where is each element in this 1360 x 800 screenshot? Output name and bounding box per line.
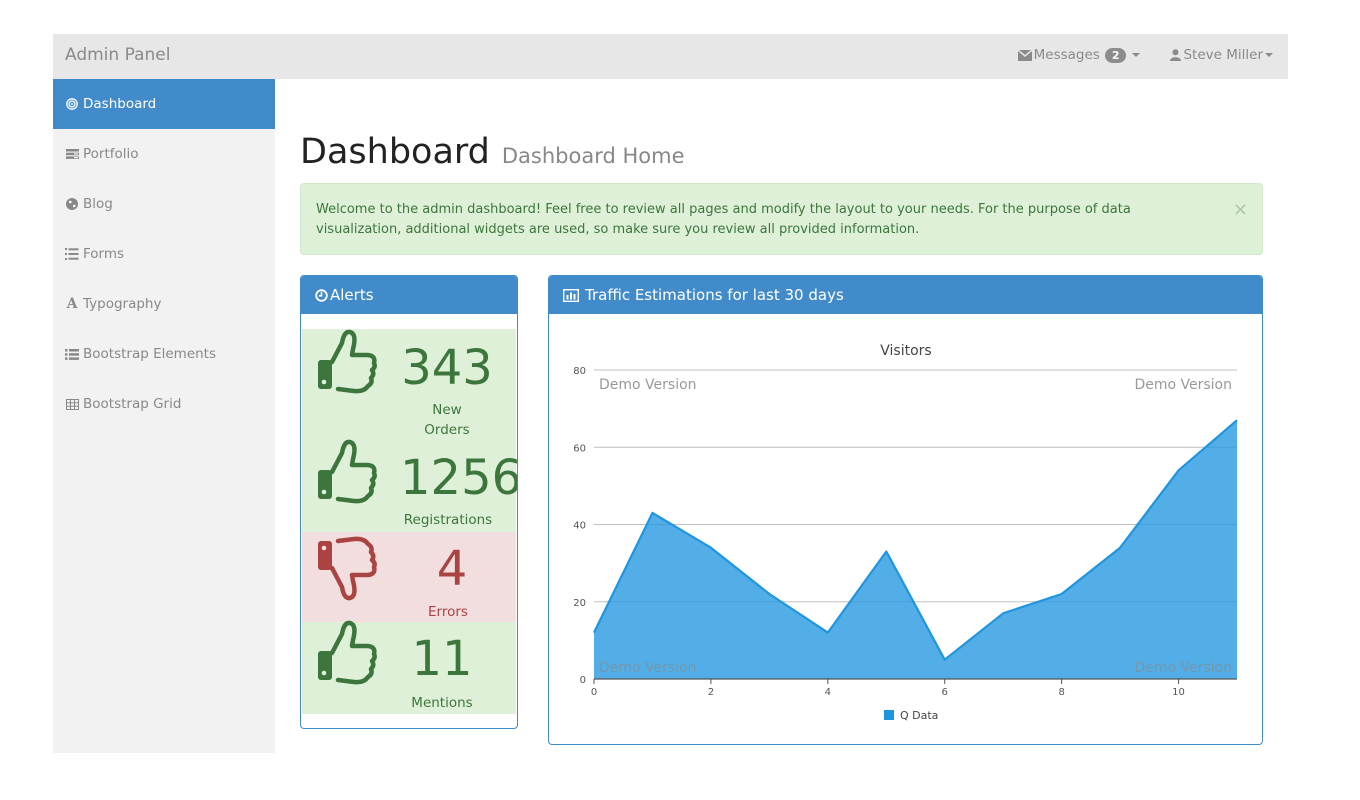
sidebar-item-label: Blog xyxy=(83,196,113,212)
sidebar-item-label: Portfolio xyxy=(83,146,139,162)
y-tick-label: 40 xyxy=(573,521,586,532)
thumbs-up-icon xyxy=(316,329,378,399)
sidebar-item-typography[interactable]: A Typography xyxy=(53,279,275,329)
ordered-list-icon xyxy=(65,248,79,260)
chart-legend[interactable]: Q Data xyxy=(884,709,938,722)
traffic-panel: Traffic Estimations for last 30 days 0 20… xyxy=(548,275,1263,745)
stat-label: Registrations xyxy=(403,512,493,528)
stat-new-orders[interactable]: 343 New Orders xyxy=(302,329,516,441)
legend-swatch xyxy=(884,710,894,720)
bar-chart-icon xyxy=(563,288,579,302)
y-tick-label: 20 xyxy=(573,598,586,609)
x-tick-label: 8 xyxy=(1058,687,1064,698)
chart-title: Visitors xyxy=(880,343,931,359)
alerts-panel: Alerts 343 New Orders 1256 Registrations… xyxy=(300,275,518,729)
stat-label: Errors xyxy=(428,604,468,620)
sidebar-item-label: Dashboard xyxy=(83,96,157,112)
portfolio-icon xyxy=(65,149,79,159)
x-tick-label: 6 xyxy=(942,687,948,698)
sidebar-item-label: Typography xyxy=(83,296,162,312)
x-tick-label: 0 xyxy=(591,687,597,698)
stat-value: 343 xyxy=(401,340,493,396)
page-header: Dashboard Dashboard Home xyxy=(300,132,685,172)
sidebar-item-dashboard[interactable]: Dashboard xyxy=(53,79,275,129)
stat-errors[interactable]: 4 Errors xyxy=(302,532,516,622)
stat-value: 1256 xyxy=(400,450,518,506)
dashboard-icon xyxy=(65,98,79,110)
user-dropdown[interactable]: Steve Miller xyxy=(1170,47,1273,63)
x-tick-label: 2 xyxy=(708,687,714,698)
brand-logo[interactable]: Admin Panel xyxy=(65,45,170,65)
y-tick-label: 0 xyxy=(580,675,586,686)
x-tick-label: 10 xyxy=(1172,687,1185,698)
messages-count-badge: 2 xyxy=(1104,47,1127,63)
page-title: Dashboard xyxy=(300,132,490,172)
stat-value: 11 xyxy=(411,631,473,687)
alerts-panel-title: Alerts xyxy=(330,286,374,304)
sidebar-item-label: Bootstrap Elements xyxy=(83,346,217,362)
chevron-down-icon xyxy=(1265,53,1273,57)
table-icon xyxy=(65,398,79,410)
sidebar-item-bootstrap-grid[interactable]: Bootstrap Grid xyxy=(53,379,275,429)
x-tick-label: 4 xyxy=(825,687,831,698)
page-subtitle: Dashboard Home xyxy=(501,144,685,168)
messages-label: Messages xyxy=(1033,47,1100,63)
thumbs-up-icon xyxy=(316,439,378,509)
y-tick-label: 80 xyxy=(573,366,586,377)
watermark: Demo Version xyxy=(1134,660,1232,676)
sidebar-item-portfolio[interactable]: Portfolio xyxy=(53,129,275,179)
watermark: Demo Version xyxy=(599,377,697,393)
welcome-alert: Welcome to the admin dashboard! Feel fre… xyxy=(300,183,1263,255)
sidebar-item-label: Forms xyxy=(83,246,125,262)
sidebar-item-bootstrap-elements[interactable]: Bootstrap Elements xyxy=(53,329,275,379)
traffic-panel-heading: Traffic Estimations for last 30 days xyxy=(549,276,1262,314)
envelope-icon xyxy=(1017,49,1032,61)
area-series-fill xyxy=(594,420,1237,679)
stat-value: 4 xyxy=(436,541,468,597)
stat-label: Mentions xyxy=(411,695,473,711)
chevron-down-icon xyxy=(1132,53,1141,57)
watermark: Demo Version xyxy=(599,660,697,676)
thumbs-down-icon xyxy=(316,535,378,605)
sidebar: Dashboard Portfolio Blog Forms A Typogra… xyxy=(53,79,275,753)
clock-icon xyxy=(315,288,328,302)
alert-text: Welcome to the admin dashboard! Feel fre… xyxy=(316,202,1131,237)
sidebar-item-blog[interactable]: Blog xyxy=(53,179,275,229)
sidebar-item-forms[interactable]: Forms xyxy=(53,229,275,279)
user-icon xyxy=(1170,49,1182,61)
font-icon: A xyxy=(66,296,78,312)
traffic-panel-title: Traffic Estimations for last 30 days xyxy=(585,286,844,304)
list-icon xyxy=(65,348,79,360)
stat-mentions[interactable]: 11 Mentions xyxy=(302,620,516,714)
globe-icon xyxy=(65,198,79,210)
legend-label: Q Data xyxy=(900,709,938,722)
thumbs-up-icon xyxy=(316,620,378,690)
user-name: Steve Miller xyxy=(1183,47,1263,63)
sidebar-item-label: Bootstrap Grid xyxy=(83,396,182,412)
top-navbar: Admin Panel Messages 2 Steve Miller xyxy=(53,34,1288,79)
y-tick-label: 60 xyxy=(573,443,586,454)
close-icon[interactable]: × xyxy=(1233,200,1248,220)
visitors-chart: 0 20 40 60 80 0 2 4 6 8 10 Visitors Demo Version D… xyxy=(573,343,1238,722)
alerts-panel-heading: Alerts xyxy=(301,276,517,314)
watermark: Demo Version xyxy=(1134,377,1232,393)
stat-registrations[interactable]: 1256 Registrations xyxy=(302,439,518,532)
stat-label: New Orders xyxy=(424,402,470,438)
messages-dropdown[interactable]: Messages 2 xyxy=(1017,47,1141,63)
